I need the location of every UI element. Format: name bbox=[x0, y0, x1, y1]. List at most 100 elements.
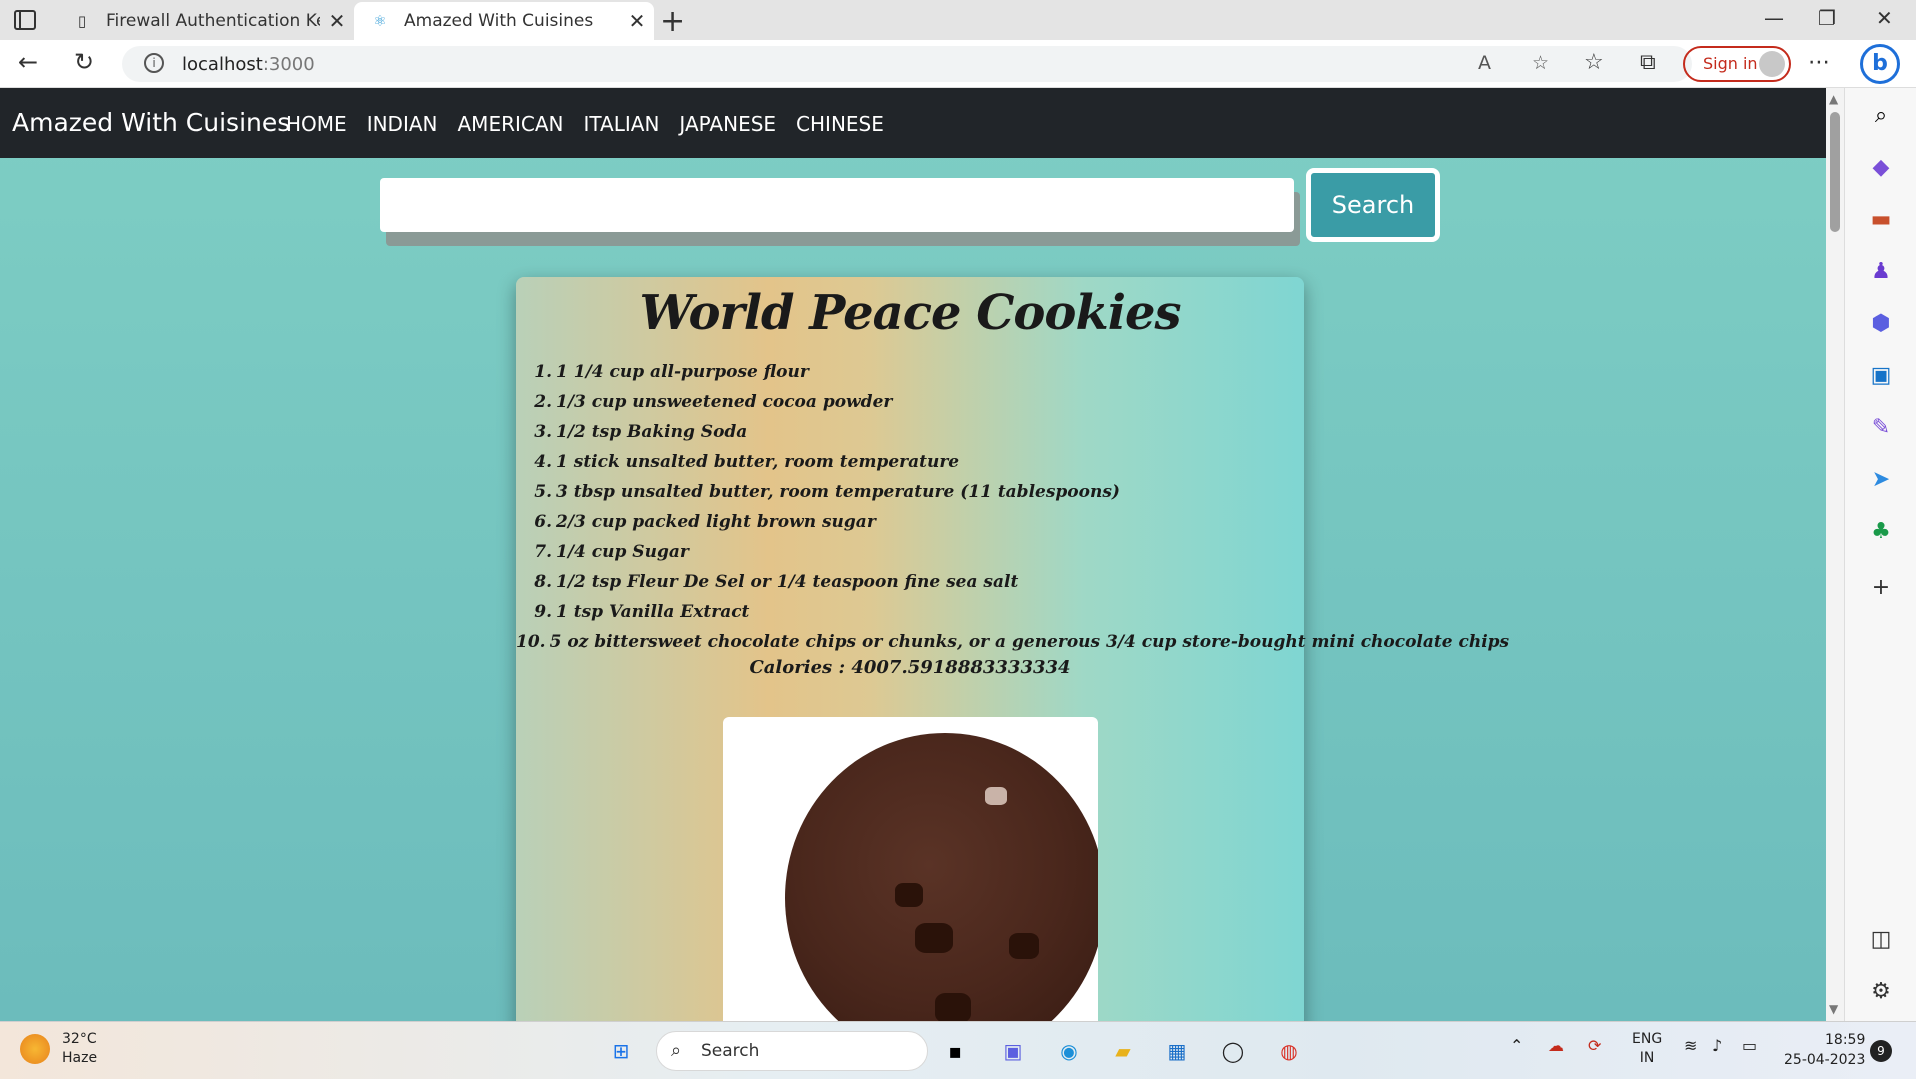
temperature: 32°C bbox=[62, 1031, 97, 1047]
taskbar-search-label: Search bbox=[701, 1041, 760, 1061]
nav-italian[interactable]: ITALIAN bbox=[583, 112, 659, 136]
search-icon: ⌕ bbox=[671, 1040, 682, 1061]
sign-in-button[interactable]: Sign in bbox=[1683, 46, 1791, 82]
recipe-title: World Peace Cookies bbox=[639, 285, 1181, 341]
clock[interactable]: 18:59 25-04-2023 bbox=[1784, 1030, 1865, 1070]
react-icon: ⚛ bbox=[373, 12, 387, 30]
avatar-icon bbox=[1759, 51, 1785, 77]
url-text[interactable]: localhost:3000 bbox=[182, 54, 315, 75]
file-explorer-icon[interactable]: ▰ bbox=[1106, 1034, 1140, 1068]
vertical-scrollbar[interactable]: ▲ ▼ bbox=[1826, 88, 1844, 1021]
nav-japanese[interactable]: JAPANESE bbox=[679, 112, 776, 136]
ingredient-item: 5. 3 tbsp unsalted butter, room temperatu… bbox=[534, 482, 1120, 502]
task-view-icon[interactable]: ▪ bbox=[938, 1034, 972, 1068]
ingredient-item: 8. 1/2 tsp Fleur De Sel or 1/4 teaspoon f… bbox=[534, 572, 1019, 592]
nav-menu: HOME INDIAN AMERICAN ITALIAN JAPANESE CH… bbox=[286, 112, 884, 136]
show-hidden-icons-icon[interactable]: ⌃ bbox=[1510, 1036, 1523, 1055]
nav-chinese[interactable]: CHINESE bbox=[796, 112, 884, 136]
browser-tab-bar: ▯ Firewall Authentication Keepalive ✕ ⚛ … bbox=[0, 0, 1916, 40]
app-navbar: Amazed With Cuisines HOME INDIAN AMERICA… bbox=[0, 88, 1826, 158]
search-input[interactable] bbox=[380, 178, 1294, 232]
ingredient-item: 9. 1 tsp Vanilla Extract bbox=[534, 602, 750, 622]
sun-icon bbox=[20, 1034, 50, 1064]
nav-american[interactable]: AMERICAN bbox=[458, 112, 564, 136]
minimize-icon[interactable]: — bbox=[1764, 6, 1784, 30]
close-tab-icon[interactable]: ✕ bbox=[320, 9, 354, 33]
calories-text: Calories : 4007.5918883333334 bbox=[749, 657, 1071, 678]
sign-in-label: Sign in bbox=[1703, 54, 1758, 73]
ingredient-item: 1. 1 1/4 cup all-purpose flour bbox=[534, 362, 809, 382]
back-icon[interactable]: ← bbox=[18, 48, 38, 76]
favorites-icon[interactable]: ☆ bbox=[1584, 50, 1604, 75]
refresh-icon[interactable]: ↻ bbox=[74, 48, 94, 76]
wifi-icon[interactable]: ≋ bbox=[1684, 1036, 1697, 1055]
scroll-down-icon[interactable]: ▼ bbox=[1829, 1002, 1838, 1016]
language-indicator[interactable]: ENG IN bbox=[1632, 1030, 1662, 1068]
tools-icon[interactable]: ▬ bbox=[1867, 206, 1895, 234]
ingredient-item: 10. 5 oz bittersweet chocolate chips or c… bbox=[516, 632, 1510, 652]
new-tab-icon[interactable]: + bbox=[660, 4, 685, 39]
search-area bbox=[380, 178, 1300, 246]
ingredient-list: 1. 1 1/4 cup all-purpose flour 2. 1/3 cup … bbox=[516, 357, 1510, 657]
cookie-image bbox=[785, 733, 1098, 1021]
tab-actions-icon[interactable] bbox=[14, 10, 36, 30]
tree-icon[interactable]: ♣ bbox=[1867, 518, 1895, 546]
shopping-icon[interactable]: ◆ bbox=[1867, 154, 1895, 182]
brand-logo-text[interactable]: Amazed With Cuisines bbox=[12, 108, 290, 137]
bing-chat-icon[interactable]: b bbox=[1860, 44, 1900, 84]
ingredient-item: 7. 1/4 cup Sugar bbox=[534, 542, 689, 562]
favorite-add-icon[interactable]: ☆ bbox=[1532, 52, 1549, 74]
teams-icon[interactable]: ▣ bbox=[996, 1034, 1030, 1068]
notification-badge[interactable]: 9 bbox=[1870, 1040, 1892, 1062]
battery-icon[interactable]: ▭ bbox=[1742, 1036, 1757, 1055]
ingredient-item: 2. 1/3 cup unsweetened cocoa powder bbox=[534, 392, 893, 412]
add-icon[interactable]: + bbox=[1867, 574, 1895, 602]
tab-label: Amazed With Cuisines bbox=[404, 11, 594, 31]
office-icon[interactable]: ⬢ bbox=[1867, 310, 1895, 338]
scroll-up-icon[interactable]: ▲ bbox=[1829, 92, 1838, 106]
tab-label: Firewall Authentication Keepalive bbox=[106, 11, 320, 31]
page-viewport: Amazed With Cuisines HOME INDIAN AMERICA… bbox=[0, 88, 1826, 1021]
address-toolbar: ← ↻ i localhost:3000 A ☆ ☆ ⧉ Sign in ⋯ b bbox=[0, 40, 1916, 88]
taskbar-search[interactable]: ⌕ Search bbox=[656, 1031, 928, 1071]
time: 18:59 bbox=[1825, 1032, 1866, 1048]
sidebar-toggle-icon[interactable]: ◫ bbox=[1867, 926, 1895, 954]
windows-start-icon[interactable]: ⊞ bbox=[604, 1034, 638, 1068]
ingredient-item: 6. 2/3 cup packed light brown sugar bbox=[534, 512, 876, 532]
send-icon[interactable]: ➤ bbox=[1867, 466, 1895, 494]
edge-icon[interactable]: ◉ bbox=[1052, 1034, 1086, 1068]
search-button[interactable]: Search bbox=[1306, 168, 1440, 242]
search-icon[interactable]: ⌕ bbox=[1867, 102, 1895, 130]
ingredient-item: 4. 1 stick unsalted butter, room temperat… bbox=[534, 452, 960, 472]
read-aloud-icon[interactable]: A bbox=[1478, 52, 1491, 74]
date: 25-04-2023 bbox=[1784, 1052, 1866, 1068]
more-menu-icon[interactable]: ⋯ bbox=[1808, 50, 1830, 75]
volume-icon[interactable]: ♪ bbox=[1712, 1036, 1722, 1055]
close-window-icon[interactable]: ✕ bbox=[1876, 6, 1893, 30]
page-icon: ▯ bbox=[77, 12, 87, 30]
site-info-icon[interactable]: i bbox=[144, 53, 164, 73]
address-bar[interactable]: i localhost:3000 A ☆ bbox=[122, 46, 1692, 82]
games-icon[interactable]: ♟ bbox=[1867, 258, 1895, 286]
store-icon[interactable]: ▦ bbox=[1160, 1034, 1194, 1068]
outlook-icon[interactable]: ▣ bbox=[1867, 362, 1895, 390]
tab-amazed-with-cuisines[interactable]: ⚛ Amazed With Cuisines ✕ bbox=[354, 2, 654, 40]
onedrive-icon[interactable]: ☁ bbox=[1548, 1036, 1564, 1055]
chrome-icon[interactable]: ◍ bbox=[1272, 1034, 1306, 1068]
restore-icon[interactable]: ❐ bbox=[1818, 6, 1836, 30]
weather-condition: Haze bbox=[62, 1050, 98, 1066]
nav-home[interactable]: HOME bbox=[286, 112, 347, 136]
collections-icon[interactable]: ⧉ bbox=[1640, 50, 1656, 75]
recipe-card: World Peace Cookies 1. 1 1/4 cup all-purp… bbox=[516, 277, 1509, 1021]
sync-icon[interactable]: ⟳ bbox=[1588, 1036, 1601, 1055]
weather-widget[interactable]: 32°C Haze bbox=[20, 1030, 97, 1068]
ingredient-item: 3. 1/2 tsp Baking Soda bbox=[534, 422, 748, 442]
designer-icon[interactable]: ✎ bbox=[1867, 414, 1895, 442]
dell-icon[interactable]: ◯ bbox=[1216, 1034, 1250, 1068]
scroll-thumb[interactable] bbox=[1830, 112, 1840, 232]
close-tab-icon[interactable]: ✕ bbox=[620, 9, 654, 33]
nav-indian[interactable]: INDIAN bbox=[367, 112, 438, 136]
settings-icon[interactable]: ⚙ bbox=[1867, 978, 1895, 1006]
recipe-image bbox=[723, 717, 1098, 1021]
tab-firewall[interactable]: ▯ Firewall Authentication Keepalive ✕ bbox=[56, 2, 354, 40]
